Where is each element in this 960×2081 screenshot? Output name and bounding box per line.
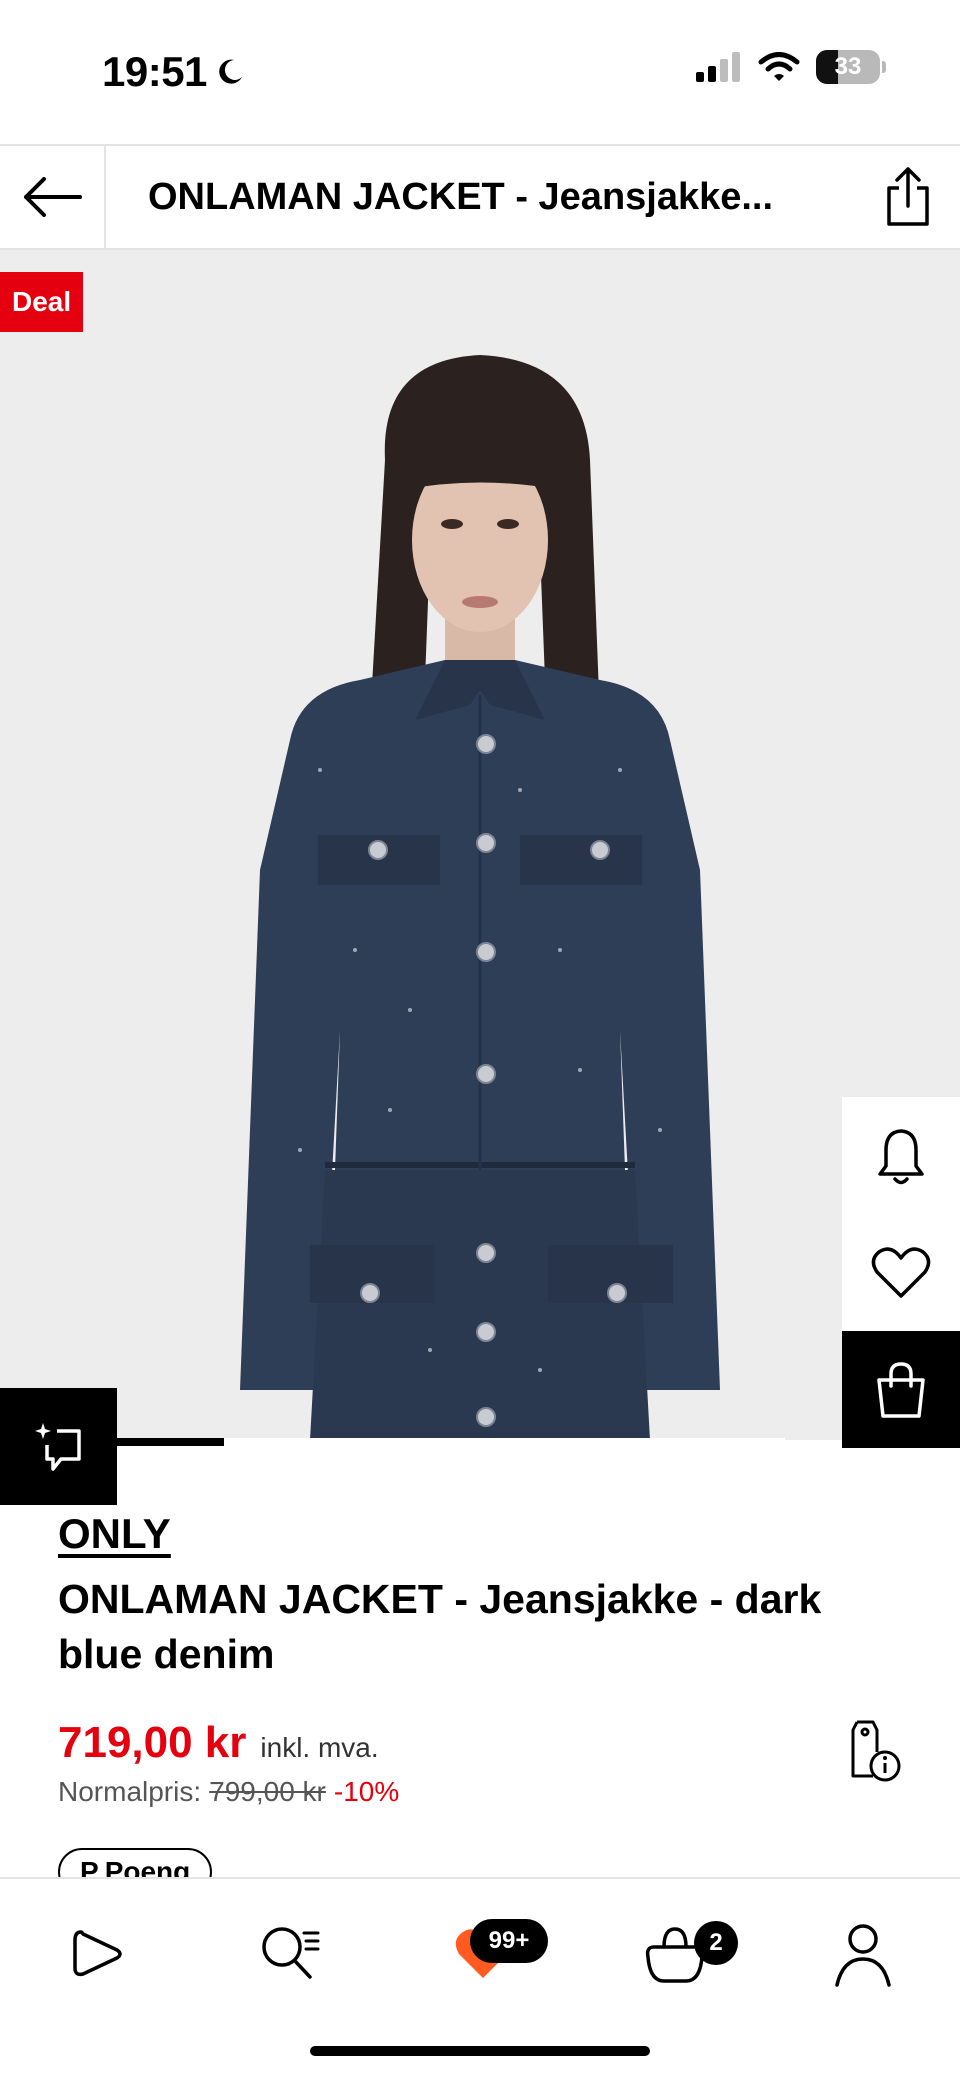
product-image[interactable]: Deal bbox=[0, 250, 960, 1440]
status-bar: 19:51 33 bbox=[0, 0, 960, 144]
gallery-progress-fill bbox=[117, 1438, 224, 1446]
back-button[interactable] bbox=[0, 146, 106, 248]
tab-cart[interactable]: 2 bbox=[630, 1909, 738, 1999]
search-icon bbox=[262, 1927, 320, 1979]
deal-badge: Deal bbox=[0, 272, 84, 332]
back-arrow-icon bbox=[24, 177, 82, 217]
heart-icon bbox=[871, 1246, 931, 1298]
wishlist-button[interactable] bbox=[842, 1214, 960, 1331]
shopping-bag-icon bbox=[877, 1361, 925, 1418]
status-icons: 33 bbox=[696, 50, 886, 84]
sparkle-tag-icon bbox=[34, 1422, 81, 1471]
current-price: 719,00 kr bbox=[58, 1718, 247, 1767]
person-icon bbox=[835, 1924, 891, 1987]
battery-tip bbox=[882, 61, 886, 73]
notify-button[interactable] bbox=[842, 1097, 960, 1214]
normal-price-row: Normalpris: 799,00 kr -10% bbox=[58, 1776, 399, 1808]
play-icon bbox=[73, 1930, 122, 1977]
home-indicator bbox=[310, 2046, 650, 2056]
bell-icon bbox=[878, 1128, 924, 1184]
tab-home[interactable] bbox=[52, 1909, 142, 1999]
price-info-button[interactable] bbox=[838, 1716, 908, 1786]
favourites-badge: 99+ bbox=[470, 1919, 548, 1963]
battery-level: 33 bbox=[834, 53, 862, 80]
bottom-tab-bar: 99+ 2 bbox=[0, 1877, 960, 2081]
nav-header: ONLAMAN JACKET - Jeansjakke... bbox=[0, 144, 960, 250]
share-icon bbox=[887, 167, 929, 226]
tab-search[interactable] bbox=[246, 1909, 336, 1999]
share-button[interactable] bbox=[856, 146, 960, 248]
tab-profile[interactable] bbox=[818, 1909, 908, 1999]
time-text: 19:51 bbox=[102, 48, 207, 95]
model-photo bbox=[240, 355, 720, 1440]
page-title: ONLAMAN JACKET - Jeansjakke... bbox=[148, 175, 774, 218]
product-name: ONLAMAN JACKET - Jeansjakke - dark blue … bbox=[58, 1576, 822, 1677]
normal-price: 799,00 kr bbox=[209, 1776, 326, 1807]
vat-note: inkl. mva. bbox=[260, 1732, 379, 1763]
cart-badge: 2 bbox=[694, 1921, 738, 1965]
price-tag-info-icon bbox=[851, 1720, 901, 1782]
status-time: 19:51 bbox=[102, 48, 245, 96]
virtual-try-on-button[interactable] bbox=[0, 1388, 117, 1505]
add-to-bag-button[interactable] bbox=[842, 1331, 960, 1448]
normal-price-label: Normalpris: bbox=[58, 1776, 202, 1807]
gallery-progress bbox=[117, 1438, 785, 1446]
moon-icon bbox=[219, 59, 242, 84]
tab-favourites[interactable]: 99+ bbox=[438, 1909, 548, 1999]
battery-icon: 33 bbox=[816, 50, 886, 84]
price-row: 719,00 kr inkl. mva. bbox=[58, 1718, 379, 1768]
discount-percent: -10% bbox=[333, 1776, 400, 1807]
brand-link[interactable]: ONLY bbox=[58, 1510, 171, 1558]
signal-icon bbox=[696, 52, 740, 82]
wifi-icon bbox=[758, 52, 800, 81]
side-actions bbox=[842, 1097, 960, 1448]
